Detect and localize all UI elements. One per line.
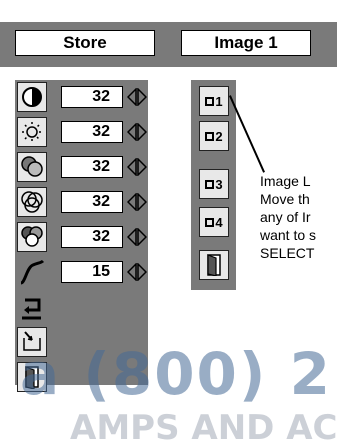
callout-line: want to s <box>260 227 317 243</box>
left-right-arrows-icon[interactable] <box>127 123 147 141</box>
quit-icon <box>207 254 221 276</box>
image-memory-icon <box>205 217 215 227</box>
image-memory-icon <box>205 179 215 189</box>
left-right-arrows-icon[interactable] <box>127 158 147 176</box>
left-right-arrows-icon[interactable] <box>127 193 147 211</box>
tint-value: 32 <box>61 191 123 213</box>
image-memory-number: 4 <box>215 214 223 230</box>
image-memory-panel: 1 2 3 4 <box>191 80 236 290</box>
image-memory-icon <box>205 96 215 106</box>
brightness-value: 32 <box>61 121 123 143</box>
contrast-value: 32 <box>61 86 123 108</box>
callout-text: Image L Move th any of Ir want to s SELECT <box>260 172 316 262</box>
image-memory-number: 1 <box>215 93 223 109</box>
callout-line: any of Ir <box>260 209 311 225</box>
image-select-button[interactable]: Image 1 <box>181 30 311 56</box>
menu-header-bar: Store Image 1 <box>0 22 337 67</box>
reset-icon[interactable] <box>17 292 47 322</box>
gamma-value: 15 <box>61 261 123 283</box>
image-memory-icon <box>205 131 215 141</box>
image-memory-2-button[interactable]: 2 <box>199 121 229 151</box>
image-memory-1-button[interactable]: 1 <box>199 86 229 116</box>
brightness-icon <box>17 117 47 147</box>
callout-line: Image L <box>260 173 311 189</box>
left-right-arrows-icon[interactable] <box>127 263 147 281</box>
image-memory-number: 3 <box>215 176 223 192</box>
gamma-curve-icon <box>17 257 47 287</box>
color-icon <box>17 152 47 182</box>
callout-line: SELECT <box>260 245 315 261</box>
tint-icon <box>17 187 47 217</box>
contrast-icon <box>17 82 47 112</box>
left-right-arrows-icon[interactable] <box>127 88 147 106</box>
color-value: 32 <box>61 156 123 178</box>
white-balance-icon <box>17 222 47 252</box>
callout-line: Move th <box>260 191 310 207</box>
watermark-text: AMPS AND ACC <box>70 408 337 448</box>
watermark-phone: a (800) 2 <box>20 340 332 408</box>
image-memory-3-button[interactable]: 3 <box>199 169 229 199</box>
store-button[interactable]: Store <box>15 30 155 56</box>
left-right-arrows-icon[interactable] <box>127 228 147 246</box>
image-memory-number: 2 <box>215 128 223 144</box>
quit-image-button[interactable] <box>199 250 229 280</box>
white-balance-value: 32 <box>61 226 123 248</box>
image-memory-4-button[interactable]: 4 <box>199 207 229 237</box>
